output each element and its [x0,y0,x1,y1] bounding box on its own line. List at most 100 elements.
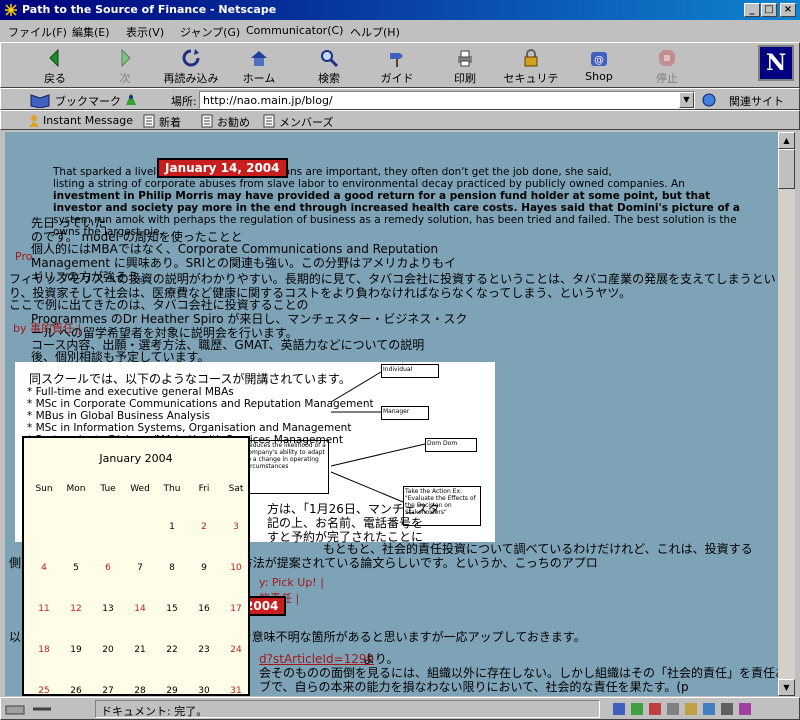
menu-view[interactable]: 表示(V) [126,24,164,40]
print-icon [458,50,472,67]
calendar-day[interactable]: 21 [124,645,156,655]
calendar-day[interactable]: 10 [220,563,252,573]
connection-icon [33,707,51,711]
category-link[interactable]: y: Pick Up! | [259,576,324,589]
calendar-day[interactable]: 12 [60,604,92,614]
entry-text: 同スクールでは、以下のようなコースが開講されています。 [29,372,351,386]
calendar-day[interactable]: 23 [188,645,220,655]
home-icon [251,51,267,66]
back-button[interactable]: 戻る [23,45,87,87]
netscape-icon [3,2,19,18]
calendar-day[interactable]: 1 [156,522,188,532]
calendar-weekday: Sat [228,484,244,494]
menu-communicator[interactable]: Communicator(C) [246,24,343,37]
calendar-day[interactable]: 15 [156,604,188,614]
menu-file[interactable]: ファイル(F) [8,24,67,40]
url-dropdown-button[interactable]: ▼ [679,92,694,108]
related-sites-button[interactable]: 関連サイト [729,93,784,109]
calendar-day[interactable]: 31 [220,686,252,696]
guide-button[interactable]: ガイド [365,45,429,87]
shop-icon: @ [591,52,607,66]
menu-go[interactable]: ジャンプ(G) [180,24,240,40]
calendar-title: January 2004 [99,452,173,465]
entry-text: 先日 っていた [31,216,107,230]
entry-text: もともと、社会的責任投資について調べているわけだけれど、これは、投資する [323,542,753,556]
security-button[interactable]: セキュリティ [499,45,563,101]
calendar-day[interactable]: 29 [156,686,188,696]
netscape-logo[interactable]: N [758,45,794,81]
whats-new-link[interactable]: 新着 [159,114,181,130]
members-link[interactable]: メンバーズ [279,114,333,130]
stop-button[interactable]: 停止 [635,45,699,87]
calendar-day[interactable]: 2 [188,522,220,532]
entry-text: 記の上、お名前、電話番号を [267,516,424,530]
forward-arrow-icon [121,48,131,68]
calendar-day[interactable]: 22 [156,645,188,655]
security-lock-icon [5,705,25,715]
calendar-day[interactable]: 20 [92,645,124,655]
url-input[interactable]: http://nao.main.jp/blog/ [199,91,695,109]
print-button[interactable]: 印刷 [433,45,497,87]
calendar-day[interactable]: 27 [92,686,124,696]
scroll-thumb[interactable] [778,149,795,189]
location-bar: ブックマーク 場所: http://nao.main.jp/blog/ ▼ 関連… [0,88,800,110]
menu-help[interactable]: ヘルプ(H) [350,24,400,40]
shop-button[interactable]: @ Shop [567,45,631,87]
calendar-weekday: Fri [198,484,210,494]
calendar-day[interactable]: 18 [28,645,60,655]
calendar-day[interactable]: 17 [220,604,252,614]
bookmarks-button[interactable]: ブックマーク [55,93,121,109]
entry-text: Programmes のDr Heather Spiro が来日し、マンチェスタ… [31,312,468,326]
reload-button[interactable]: 再読み込み [159,45,223,87]
svg-text:@: @ [594,55,604,66]
home-button[interactable]: ホーム [227,45,291,87]
navigation-toolbar: 戻る 次 再読み込み ホーム 検索 ガイド 印刷 セキュリティ @ Shop 停… [0,42,800,101]
calendar-day[interactable]: 4 [28,563,60,573]
entry-text: ここで例に出てきたのは、タバコ会社に投資することの [9,298,309,312]
calendar-day[interactable]: 9 [188,563,220,573]
article-text: system run amok with perhaps the regulat… [53,214,737,226]
entry-text: 方は、「1月26日、マンチェスタ [267,502,440,516]
calendar-day[interactable]: 6 [92,563,124,573]
calendar-day[interactable]: 3 [220,522,252,532]
calendar-day[interactable]: 16 [188,604,220,614]
course-item: * MSc in Information Systems, Organisati… [27,422,352,434]
scroll-down-button[interactable]: ▼ [778,679,795,696]
title-bar[interactable]: Path to the Source of Finance - Netscape… [0,0,800,20]
calendar-day[interactable]: 24 [220,645,252,655]
maximize-button[interactable]: □ [761,3,777,17]
calendar-day[interactable]: 28 [124,686,156,696]
entry-text: 個人的にはMBAではなく、Corporate Communications an… [31,242,439,256]
close-button[interactable]: × [780,3,796,17]
calendar-day[interactable]: 25 [28,686,60,696]
calendar-day[interactable]: 19 [60,645,92,655]
calendar-day[interactable]: 13 [92,604,124,614]
instant-message-link[interactable]: Instant Message [43,114,133,127]
vertical-scrollbar[interactable]: ▲ ▼ [778,132,795,696]
component-bar-icons[interactable] [611,701,761,717]
reload-icon [182,49,200,67]
calendar-day[interactable]: 7 [124,563,156,573]
guide-icon [390,53,403,67]
scroll-up-button[interactable]: ▲ [778,132,795,149]
calendar-day[interactable]: 8 [156,563,188,573]
article-link[interactable]: d?stArticleId=1299 [259,652,374,666]
calendar-day[interactable]: 14 [124,604,156,614]
status-text: ドキュメント: 完了。 [95,700,600,718]
date-header: January 14, 2004 [157,158,288,178]
entry-text: より。 [363,652,399,666]
personal-toolbar: Instant Message 新着 お勧め メンバーズ [0,110,800,130]
calendar-day[interactable]: 26 [60,686,92,696]
recommended-link[interactable]: お勧め [217,114,250,130]
course-item: * Full-time and executive general MBAs [27,386,234,398]
forward-button[interactable]: 次 [93,45,157,87]
window-title: Path to the Source of Finance - Netscape [22,3,277,16]
minimize-button[interactable]: _ [744,3,760,17]
calendar-day[interactable]: 5 [60,563,92,573]
page-proxy-icon[interactable] [123,91,139,107]
course-item: * MSc in Corporate Communications and Re… [27,398,374,410]
calendar-day[interactable]: 30 [188,686,220,696]
calendar-day[interactable]: 11 [28,604,60,614]
search-button[interactable]: 検索 [297,45,361,87]
menu-edit[interactable]: 編集(E) [72,24,110,40]
